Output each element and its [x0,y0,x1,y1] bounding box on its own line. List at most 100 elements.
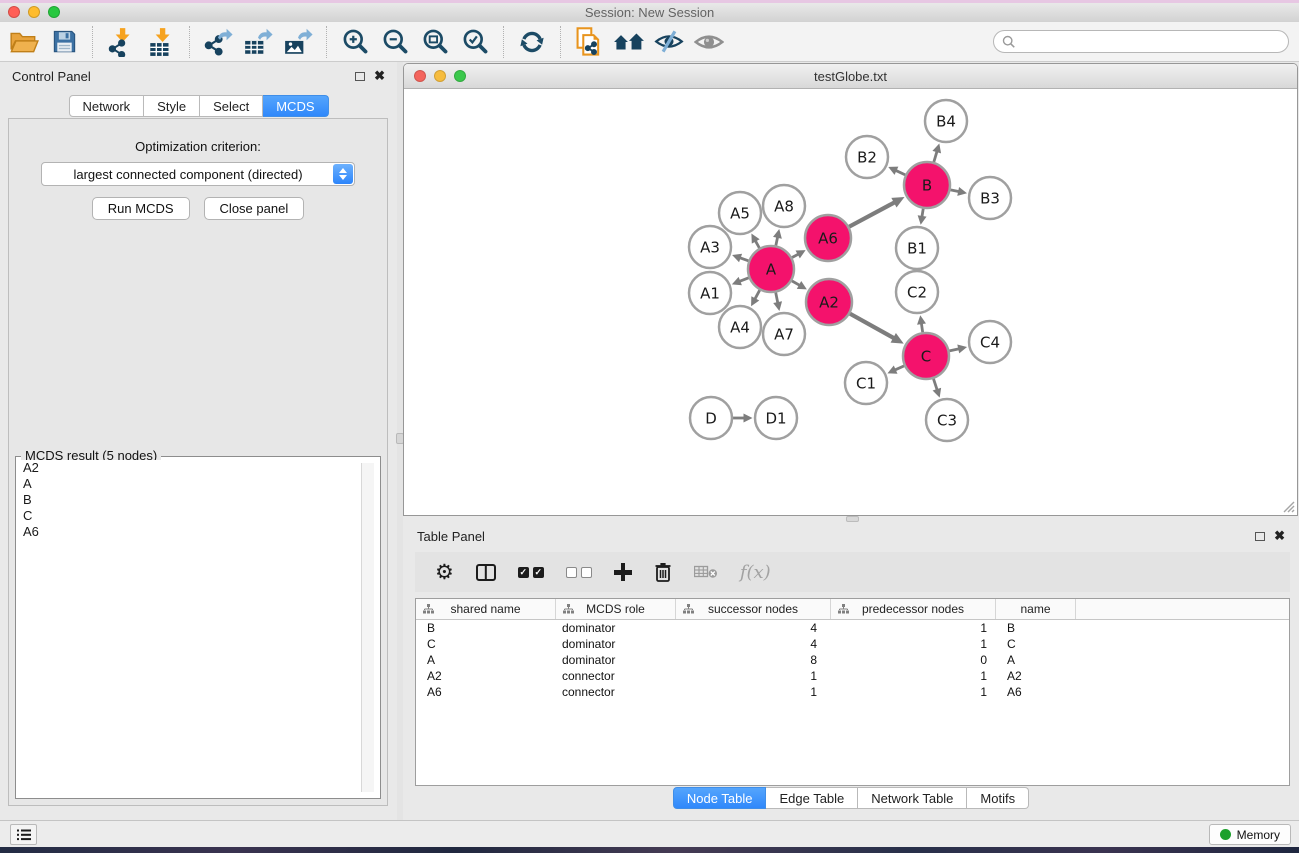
tab-mcds[interactable]: MCDS [263,95,328,117]
zoom-fit-icon [421,27,450,56]
network-window-titlebar[interactable]: testGlobe.txt [404,64,1297,89]
graph-edge[interactable] [895,366,904,370]
eye-slash-icon [654,29,684,54]
column-header-predecessor-nodes[interactable]: predecessor nodes [831,599,996,619]
graph-edge[interactable] [934,151,937,162]
add-column-button[interactable] [614,563,632,581]
list-item[interactable]: A2 [19,460,377,476]
close-view-button[interactable] [414,70,426,82]
list-item[interactable]: C [19,508,377,524]
window-controls[interactable] [8,6,60,18]
table-row[interactable]: Bdominator 41 B [416,620,1289,636]
node-table[interactable]: shared name MCDS role successor nodes [415,598,1290,786]
column-header-shared-name[interactable]: shared name [416,599,556,619]
graph-node-label: C1 [856,374,876,392]
delete-column-button[interactable] [654,562,672,582]
graph-edge[interactable] [922,209,923,217]
tab-edge-table[interactable]: Edge Table [766,787,858,809]
tab-style[interactable]: Style [144,95,200,117]
tab-network-table[interactable]: Network Table [858,787,967,809]
table-row[interactable]: A6connector 11 A6 [416,684,1289,700]
graph-edge[interactable] [850,314,894,339]
destroy-table-button[interactable] [694,565,718,579]
run-mcds-button[interactable]: Run MCDS [92,197,190,220]
table-settings-button[interactable]: ⚙ [435,562,454,582]
zoom-selected-button[interactable] [455,24,495,60]
table-row[interactable]: Cdominator 41 C [416,636,1289,652]
column-header-mcds-role[interactable]: MCDS role [556,599,676,619]
graph-node-label: A2 [819,293,839,311]
network-canvas[interactable]: B4B2BB3A5A8A6A3AB1A1A2C2A4A7C4CC1C3DD1 [404,90,1297,515]
scrollbar-track[interactable] [361,463,374,792]
zoom-out-button[interactable] [375,24,415,60]
tab-node-table[interactable]: Node Table [673,787,767,809]
zoom-fit-button[interactable] [415,24,455,60]
float-panel-icon[interactable] [355,72,365,81]
import-table-button[interactable] [141,24,181,60]
table-row[interactable]: Adominator 80 A [416,652,1289,668]
open-session-button[interactable] [4,24,44,60]
split-panel-button[interactable] [476,564,496,581]
split-columns-icon [476,564,496,581]
graph-edge[interactable] [776,293,778,304]
resize-grip-icon[interactable] [1281,499,1295,513]
list-item[interactable]: A [19,476,377,492]
toolbar-separator [326,26,327,58]
import-network-button[interactable] [101,24,141,60]
export-network-button[interactable] [198,24,238,60]
function-builder-button[interactable]: f(x) [740,562,771,583]
maximize-view-button[interactable] [454,70,466,82]
zoom-in-button[interactable] [335,24,375,60]
select-all-button[interactable]: ✓ ✓ [518,567,544,578]
close-panel-button[interactable]: Close panel [204,197,305,220]
graph-edge[interactable] [755,241,759,248]
import-network-icon [106,27,136,57]
graph-node-label: A6 [818,229,838,247]
graph-edge[interactable] [739,278,748,282]
zoom-in-icon [341,27,370,56]
export-image-button[interactable] [278,24,318,60]
tab-motifs[interactable]: Motifs [967,787,1029,809]
network-graph[interactable]: B4B2BB3A5A8A6A3AB1A1A2C2A4A7C4CC1C3DD1 [404,90,1297,516]
column-header-name[interactable]: name [996,599,1076,619]
tab-network[interactable]: Network [68,95,144,117]
save-session-button[interactable] [44,24,84,60]
export-table-button[interactable] [238,24,278,60]
hide-selected-button[interactable] [649,24,689,60]
column-header-successor-nodes[interactable]: successor nodes [676,599,831,619]
memory-button[interactable]: Memory [1209,824,1291,845]
graph-edge[interactable] [921,323,922,332]
search-box[interactable] [993,30,1289,53]
graph-edge-arrow [773,301,782,311]
graph-edge[interactable] [933,379,937,390]
table-row[interactable]: A2connector 11 A2 [416,668,1289,684]
deselect-all-button[interactable] [566,567,592,578]
task-history-button[interactable] [10,824,37,845]
graph-edge[interactable] [740,258,749,261]
graph-edge[interactable] [951,190,960,192]
float-panel-icon[interactable] [1255,532,1265,541]
graph-edge[interactable] [792,254,798,258]
minimize-window-button[interactable] [28,6,40,18]
close-panel-icon[interactable]: ✖ [1274,531,1285,541]
graph-edge[interactable] [849,202,895,226]
close-window-button[interactable] [8,6,20,18]
close-panel-icon[interactable]: ✖ [374,71,385,81]
mcds-result-list[interactable]: A2 A B C A6 [19,460,377,795]
graph-edge[interactable] [792,281,800,286]
graph-edge[interactable] [896,170,906,175]
zoom-window-button[interactable] [48,6,60,18]
list-item[interactable]: B [19,492,377,508]
criterion-select[interactable]: largest connected component (directed) [41,162,355,186]
graph-edge[interactable] [949,349,959,351]
search-input[interactable] [1021,34,1280,49]
first-neighbors-button[interactable] [609,24,649,60]
tab-select[interactable]: Select [200,95,263,117]
new-network-from-selection-button[interactable] [569,24,609,60]
refresh-button[interactable] [512,24,552,60]
list-item[interactable]: A6 [19,524,377,540]
minimize-view-button[interactable] [434,70,446,82]
graph-edge[interactable] [755,290,760,299]
graph-edge[interactable] [776,237,778,246]
show-all-button[interactable] [689,24,729,60]
